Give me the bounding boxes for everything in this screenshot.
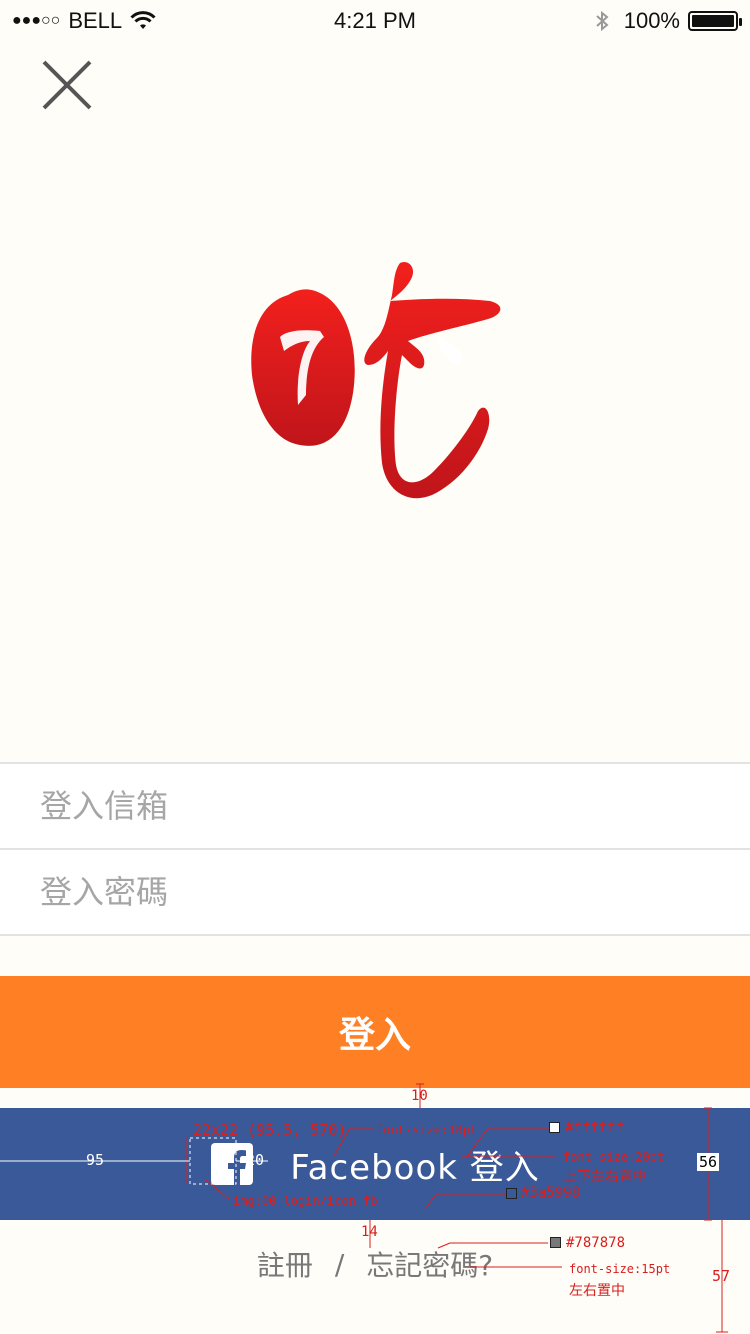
email-field[interactable] [0,764,750,848]
anno-height-57: 57 [712,1267,731,1285]
anno-center-all: 上下左右置中 [563,1169,647,1185]
anno-gap-10: 10 [411,1088,428,1104]
bluetooth-icon [596,10,609,32]
password-field[interactable] [0,850,750,934]
register-link[interactable]: 註冊 [257,1244,313,1284]
password-row [0,848,750,936]
link-separator: / [334,1247,345,1281]
forgot-password-link[interactable]: 忘記密碼? [366,1244,493,1284]
close-button[interactable] [38,56,96,114]
anno-font-20: font-size:20pt [563,1150,665,1164]
facebook-login-label: Facebook 登入 [290,1147,540,1188]
anno-margin-95: 95 [86,1151,105,1169]
status-bar: ●●●○○ BELL 4:21 PM 100% [0,0,750,40]
anno-gap-20: 20 [246,1151,265,1169]
anno-fb-asset: img:00_login/icon_fb [233,1194,378,1208]
anno-height-56: 56 [697,1153,720,1171]
anno-white-hex: #ffffff [565,1120,625,1136]
login-button[interactable]: 登入 [0,976,750,1088]
white-swatch [549,1122,560,1133]
anno-fb-hex: #3a5998 [521,1185,581,1201]
anno-fb-icon-spec: 22x22 (95.5, 570) [193,1121,347,1139]
status-right: 100% [594,8,742,34]
login-button-label: 登入 [338,1015,411,1056]
email-row [0,762,750,848]
anno-font-15: font-size:15pt [569,1262,671,1276]
anno-center-h: 左右置中 [569,1283,625,1299]
anno-gap-14: 14 [361,1224,378,1240]
battery-percent: 100% [623,8,680,33]
battery-icon [688,11,742,31]
close-icon [42,60,92,110]
gray-swatch [550,1237,561,1248]
eat-logo [251,261,501,499]
anno-gray-hex: #787878 [566,1235,626,1251]
anno-font-18: font-size:18pt [376,1123,478,1137]
fb-blue-swatch [506,1188,517,1199]
